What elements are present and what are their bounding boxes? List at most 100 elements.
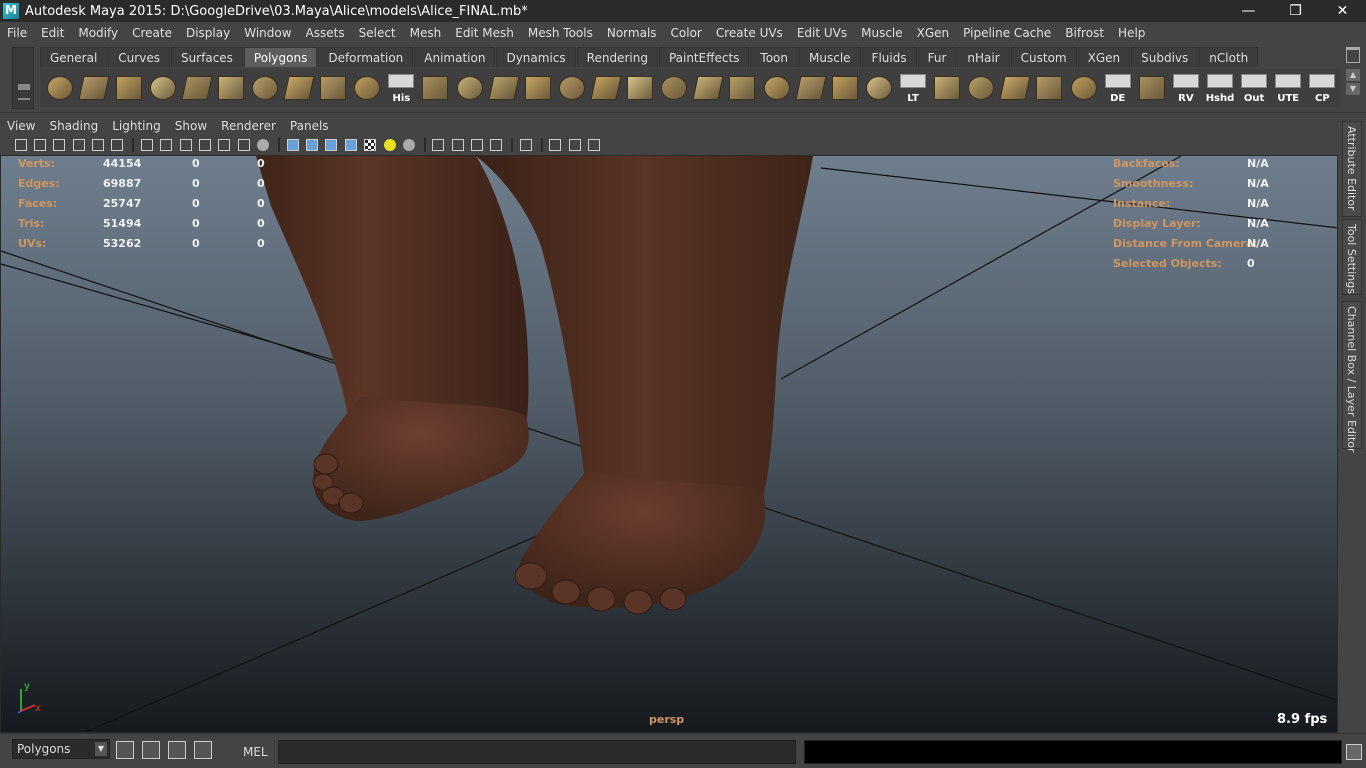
ute-icon[interactable]: UTE	[1272, 71, 1305, 105]
script-editor-icon[interactable]	[142, 741, 160, 759]
poly-soccer-ball-icon[interactable]	[351, 71, 384, 105]
poly-cylinder-icon[interactable]	[112, 71, 145, 105]
xray-cube-icon[interactable]	[342, 137, 359, 153]
tab-attribute-editor[interactable]: Attribute Editor	[1342, 121, 1362, 217]
menu-xgen[interactable]: XGen	[910, 26, 957, 40]
grease-pencil-icon[interactable]	[109, 137, 126, 153]
uv-editor-icon[interactable]	[1067, 71, 1100, 105]
menu-modify[interactable]: Modify	[71, 26, 125, 40]
poly-plane-icon[interactable]	[180, 71, 213, 105]
tab-nhair[interactable]: nHair	[957, 47, 1010, 67]
panel-menu-view[interactable]: View	[0, 119, 42, 133]
menu-display[interactable]: Display	[179, 26, 237, 40]
anti-alias-icon[interactable]	[488, 137, 505, 153]
shaded-wireframe-icon[interactable]	[177, 137, 194, 153]
tab-general[interactable]: General	[40, 47, 108, 67]
tab-dynamics[interactable]: Dynamics	[496, 47, 576, 67]
shelf-menu-grip[interactable]	[12, 47, 34, 109]
layer-list-icon[interactable]	[194, 741, 212, 759]
shadows-icon[interactable]	[430, 137, 447, 153]
poly-sphere-icon[interactable]	[44, 71, 77, 105]
de-icon[interactable]: DE	[1101, 71, 1134, 105]
tab-ncloth[interactable]: nCloth	[1199, 47, 1259, 67]
two-d-pan-zoom-icon[interactable]	[90, 137, 107, 153]
split-polygon-icon[interactable]	[624, 71, 657, 105]
poly-cone-icon[interactable]	[146, 71, 179, 105]
persp-viewport[interactable]: Verts: 44154 0 0 Edges: 69887 0 0 Faces: 25747 0 0 T…	[0, 155, 1338, 733]
transform-icon[interactable]	[863, 71, 896, 105]
combine-icon[interactable]	[419, 71, 452, 105]
lights-icon[interactable]	[255, 137, 272, 153]
offset-edge-loop-icon[interactable]	[692, 71, 725, 105]
smooth-shade-icon[interactable]	[158, 137, 175, 153]
tab-fur[interactable]: Fur	[917, 47, 957, 67]
uv-spherical-icon[interactable]	[999, 71, 1032, 105]
menu-edit[interactable]: Edit	[34, 26, 71, 40]
shelf-scroll-up-icon[interactable]: ▲	[1346, 69, 1360, 81]
snap-icon[interactable]	[116, 741, 134, 759]
poly-helix-icon[interactable]	[317, 71, 350, 105]
wireframe-cube-icon[interactable]	[284, 137, 301, 153]
tab-surfaces[interactable]: Surfaces	[170, 47, 243, 67]
panel-menu-lighting[interactable]: Lighting	[105, 119, 168, 133]
menu-create[interactable]: Create	[125, 26, 179, 40]
wireframe-icon[interactable]	[138, 137, 155, 153]
tab-toon[interactable]: Toon	[750, 47, 799, 67]
all-lights-icon[interactable]	[400, 137, 417, 153]
append-polygon-icon[interactable]	[590, 71, 623, 105]
menu-assets[interactable]: Assets	[299, 26, 352, 40]
menu-window[interactable]: Window	[237, 26, 298, 40]
sculpt-geometry-icon[interactable]	[726, 71, 759, 105]
menu-set-selector[interactable]: Polygons ▼	[12, 739, 110, 759]
motion-blur-icon[interactable]	[469, 137, 486, 153]
out-icon[interactable]: Out	[1238, 71, 1271, 105]
shaded-cube-icon[interactable]	[303, 137, 320, 153]
extract-icon[interactable]	[487, 71, 520, 105]
panel-menu-show[interactable]: Show	[168, 119, 214, 133]
tab-tool-settings[interactable]: Tool Settings	[1342, 219, 1362, 295]
menu-color[interactable]: Color	[664, 26, 709, 40]
camera-attributes-icon[interactable]	[31, 137, 48, 153]
shelf-scroll[interactable]: ▲ ▼	[1346, 69, 1360, 107]
tab-animation[interactable]: Animation	[414, 47, 496, 67]
soft-mod-icon[interactable]	[794, 71, 827, 105]
cp-icon[interactable]: CP	[1306, 71, 1339, 105]
menu-edit-mesh[interactable]: Edit Mesh	[448, 26, 521, 40]
panel-menu-panels[interactable]: Panels	[283, 119, 336, 133]
close-button[interactable]: ✕	[1319, 0, 1366, 22]
tab-polygons[interactable]: Polygons	[243, 47, 318, 67]
tab-deformation[interactable]: Deformation	[318, 47, 414, 67]
menu-mesh-tools[interactable]: Mesh Tools	[521, 26, 600, 40]
bookmark-icon[interactable]	[51, 137, 68, 153]
uv-cylindrical-icon[interactable]	[965, 71, 998, 105]
poly-pyramid-icon[interactable]	[249, 71, 282, 105]
checker-icon[interactable]	[362, 137, 379, 153]
menu-pipeline-cache[interactable]: Pipeline Cache	[956, 26, 1058, 40]
poly-cube-icon[interactable]	[78, 71, 111, 105]
menu-help[interactable]: Help	[1111, 26, 1152, 40]
lattice-icon[interactable]	[760, 71, 793, 105]
tab-fluids[interactable]: Fluids	[861, 47, 917, 67]
image-plane-icon[interactable]	[70, 137, 87, 153]
panel-menu-renderer[interactable]: Renderer	[214, 119, 283, 133]
tab-painteffects[interactable]: PaintEffects	[658, 47, 750, 67]
insert-edge-loop-icon[interactable]	[658, 71, 691, 105]
shelf-scroll-down-icon[interactable]: ▼	[1346, 83, 1360, 95]
rv-icon[interactable]: RV	[1170, 71, 1203, 105]
separate-icon[interactable]	[453, 71, 486, 105]
bounding-box-icon[interactable]	[216, 137, 233, 153]
hshd-icon[interactable]: Hshd	[1204, 71, 1237, 105]
tab-curves[interactable]: Curves	[108, 47, 170, 67]
tab-muscle[interactable]: Muscle	[799, 47, 861, 67]
panel-menu-shading[interactable]: Shading	[42, 119, 105, 133]
tab-channel-box[interactable]: Channel Box / Layer Editor	[1342, 301, 1362, 453]
command-input[interactable]	[278, 740, 796, 764]
isolate-select-icon[interactable]	[517, 137, 534, 153]
minimize-button[interactable]: —	[1225, 0, 1272, 22]
tab-custom[interactable]: Custom	[1010, 47, 1077, 67]
move-tool-icon[interactable]	[829, 71, 862, 105]
menu-file[interactable]: File	[0, 26, 34, 40]
menu-select[interactable]: Select	[352, 26, 403, 40]
history-icon[interactable]: His	[385, 71, 418, 105]
poly-torus-icon[interactable]	[215, 71, 248, 105]
